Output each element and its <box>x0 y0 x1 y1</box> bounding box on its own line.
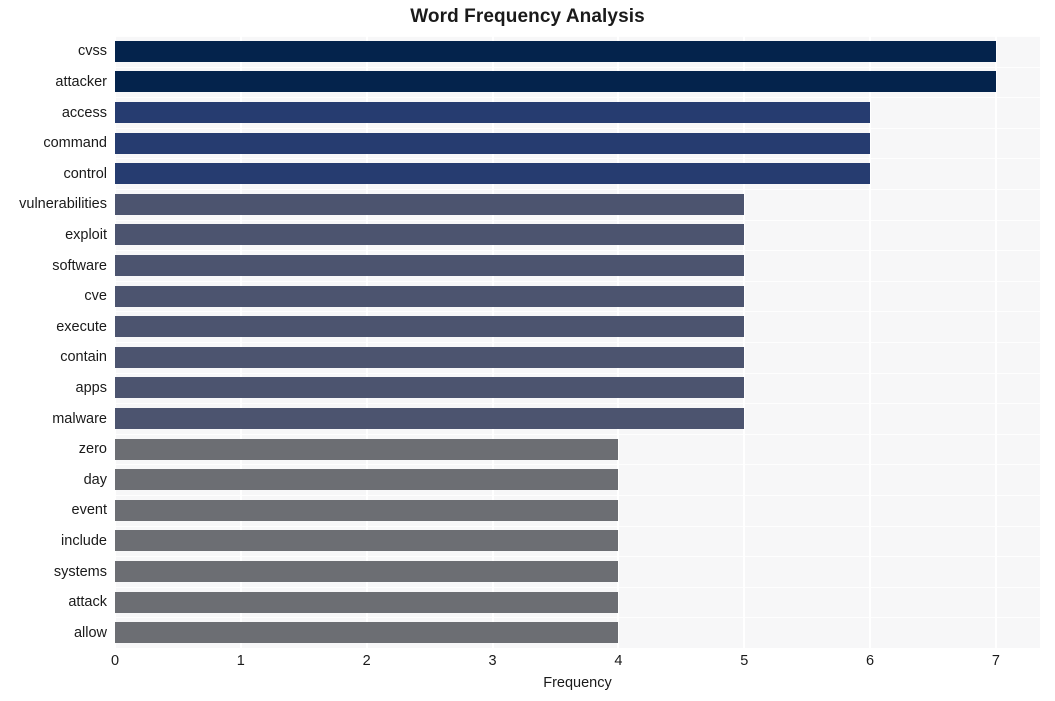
bar <box>115 377 745 399</box>
y-axis-tick-label: zero <box>78 441 107 458</box>
gridline-horizontal <box>115 36 1040 37</box>
bar <box>115 408 745 429</box>
chart-title: Word Frequency Analysis <box>410 6 645 27</box>
gridline-horizontal <box>115 587 1040 588</box>
bar <box>115 561 619 582</box>
bar <box>115 438 619 460</box>
bar <box>115 224 745 246</box>
bar <box>115 499 619 521</box>
y-axis-tick-label: systems <box>53 563 107 580</box>
bar <box>115 102 871 123</box>
gridline-horizontal <box>115 128 1040 129</box>
gridline-horizontal <box>115 556 1040 557</box>
gridline-horizontal <box>115 617 1040 618</box>
x-axis-tick-label: 6 <box>866 653 875 669</box>
gridline-horizontal <box>115 250 1040 251</box>
gridline-horizontal <box>115 220 1040 221</box>
x-axis-ticks: 0 1 2 3 4 5 6 7 <box>111 650 1040 676</box>
x-axis-tick-label: 0 <box>110 653 120 669</box>
x-axis-tick-label: 4 <box>614 653 623 669</box>
bar <box>115 346 745 368</box>
word-frequency-chart: Word Frequency Analysis cvss attacker acce… <box>0 0 1055 701</box>
bar <box>115 469 619 491</box>
gridline-horizontal <box>115 434 1040 435</box>
gridline-horizontal <box>115 311 1040 312</box>
bar <box>115 530 619 552</box>
bar <box>115 591 619 613</box>
gridline-horizontal <box>115 464 1040 465</box>
bar <box>115 316 745 338</box>
bar <box>115 285 745 307</box>
x-axis-tick-label: 2 <box>362 653 371 669</box>
bar <box>115 163 871 185</box>
bar <box>115 622 619 644</box>
gridline-horizontal <box>115 342 1040 343</box>
x-axis-title: Frequency <box>543 675 612 691</box>
plot-area <box>115 36 1040 648</box>
gridline-horizontal <box>115 495 1040 496</box>
y-axis-tick-label: control <box>63 165 107 182</box>
y-axis-tick-label: vulnerabilities <box>19 196 107 213</box>
gridline-horizontal <box>115 526 1040 527</box>
bar <box>115 132 871 154</box>
gridline-horizontal <box>115 403 1040 404</box>
gridline-horizontal <box>115 281 1040 282</box>
y-axis-tick-label: execute <box>56 318 107 335</box>
gridline-horizontal <box>115 97 1040 98</box>
y-axis-tick-label: contain <box>60 349 107 366</box>
y-axis-tick-label: event <box>71 502 107 519</box>
bar <box>115 71 996 93</box>
y-axis-tick-label: day <box>83 471 107 488</box>
gridline-horizontal <box>115 67 1040 68</box>
bar <box>115 40 996 62</box>
bar <box>115 193 745 215</box>
x-axis-tick-label: 3 <box>488 653 497 669</box>
bar <box>115 255 745 276</box>
x-axis-tick-label: 1 <box>236 653 245 669</box>
y-axis-tick-label: command <box>43 135 107 152</box>
y-axis-tick-label: software <box>52 257 107 274</box>
y-axis-tick-label: apps <box>75 379 107 396</box>
gridline-horizontal <box>115 158 1040 159</box>
y-axis-tick-label: cvss <box>78 43 107 60</box>
y-axis-labels: cvss attacker access command control vulnerab… <box>0 36 107 648</box>
x-axis-tick-label: 7 <box>991 653 1000 669</box>
y-axis-tick-label: attacker <box>55 73 107 90</box>
x-axis-tick-label: 5 <box>740 653 749 669</box>
y-axis-tick-label: include <box>61 532 107 549</box>
y-axis-tick-label: exploit <box>65 226 107 243</box>
y-axis-tick-label: cve <box>84 288 107 305</box>
y-axis-tick-label: access <box>61 104 107 121</box>
y-axis-tick-label: malware <box>52 410 107 427</box>
y-axis-tick-label: attack <box>68 594 107 611</box>
gridline-horizontal <box>115 373 1040 374</box>
y-axis-tick-label: allow <box>73 624 107 641</box>
gridline-horizontal <box>115 189 1040 190</box>
